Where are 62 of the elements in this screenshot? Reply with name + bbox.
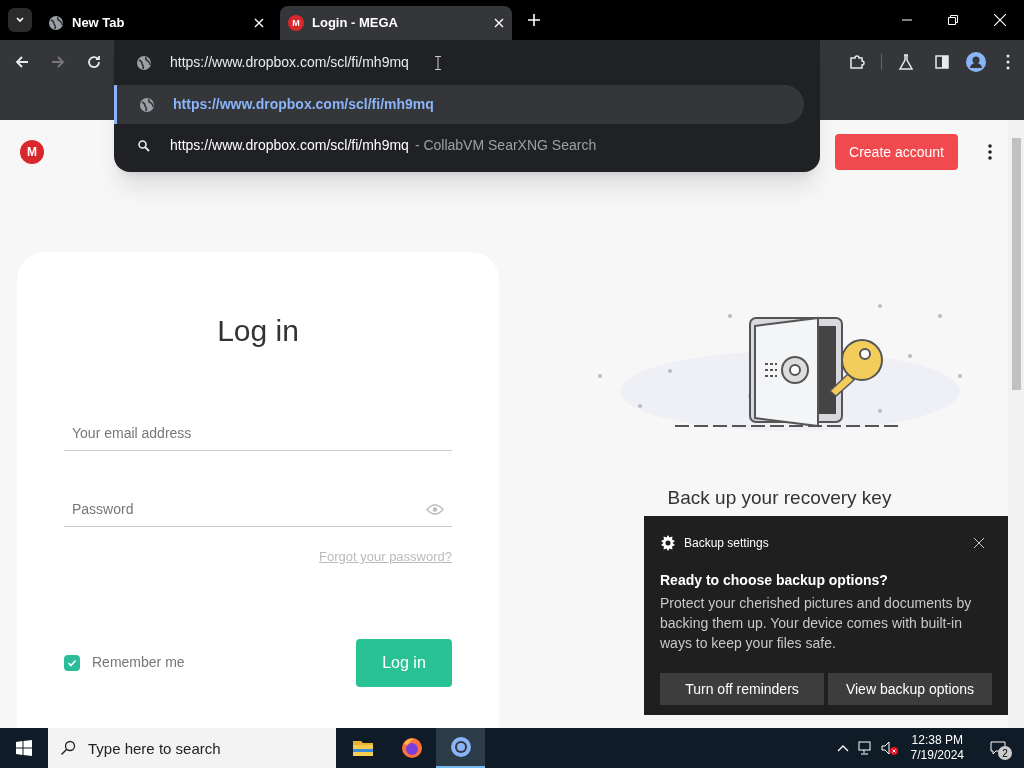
- tab-search-button[interactable]: [8, 8, 32, 32]
- more-icon[interactable]: [988, 144, 992, 160]
- clock-time: 12:38 PM: [911, 733, 963, 748]
- notification-button[interactable]: View backup options: [828, 673, 992, 705]
- check-icon: [67, 657, 77, 668]
- network-icon[interactable]: [856, 740, 873, 756]
- suggestion-item[interactable]: https://www.dropbox.com/scl/fi/mh9mq: [114, 85, 804, 124]
- text-cursor-icon: [434, 55, 441, 70]
- close-window-icon[interactable]: [994, 14, 1006, 26]
- clock-date: 7/19/2024: [910, 748, 964, 763]
- browser-tab[interactable]: New Tab: [40, 6, 272, 40]
- suggestion-item[interactable]: https://www.dropbox.com/scl/fi/mh9mq - CollabVM SearXNG Search: [114, 126, 804, 165]
- login-title: Log in: [217, 313, 299, 349]
- notification-app-name: Backup settings: [684, 535, 769, 552]
- action-center-button[interactable]: 2: [980, 728, 1016, 768]
- reload-icon[interactable]: [86, 54, 102, 70]
- taskbar-search-field[interactable]: Type here to search: [48, 728, 336, 768]
- windows-start-icon[interactable]: [16, 740, 32, 756]
- password-field[interactable]: Password: [64, 491, 452, 527]
- browser-icon: [448, 735, 473, 759]
- flask-icon[interactable]: [898, 54, 914, 70]
- taskbar-app[interactable]: [436, 728, 485, 768]
- scrollbar[interactable]: [1008, 120, 1024, 728]
- notification-body: Protect your cherished pictures and documents by backing them up. Your device comes with built-in ways to keep your files safe.: [660, 594, 973, 653]
- search-icon: [60, 740, 76, 756]
- suggestion-text: https://www.dropbox.com/scl/fi/mh9mq: [173, 95, 434, 114]
- tab-title: New Tab: [72, 14, 126, 33]
- remember-label: Remember me: [92, 653, 185, 672]
- create-account-button[interactable]: Create account: [835, 134, 958, 170]
- browser-tab[interactable]: M Login - MEGA: [280, 6, 512, 40]
- profile-icon[interactable]: [966, 52, 986, 72]
- globe-icon: [139, 96, 155, 113]
- firefox-icon: [399, 736, 424, 760]
- notification-button[interactable]: Turn off reminders: [660, 673, 824, 705]
- gear-icon: [660, 535, 676, 551]
- globe-icon: [136, 54, 152, 71]
- restore-icon[interactable]: [948, 15, 958, 25]
- address-field[interactable]: https://www.dropbox.com/scl/fi/mh9mq: [114, 40, 820, 85]
- puzzle-icon[interactable]: [849, 54, 865, 70]
- search-icon: [136, 137, 152, 154]
- back-icon[interactable]: [14, 54, 30, 70]
- muted-speaker-icon[interactable]: [880, 740, 899, 756]
- message-icon: [990, 740, 1006, 756]
- suggestion-text: https://www.dropbox.com/scl/fi/mh9mq: [170, 136, 409, 155]
- notification-count: 2: [998, 746, 1012, 760]
- address-text: https://www.dropbox.com/scl/fi/mh9mq: [170, 53, 409, 72]
- new-tab-icon[interactable]: [528, 14, 540, 26]
- close-icon[interactable]: [974, 538, 984, 548]
- forward-icon[interactable]: [50, 54, 66, 70]
- remember-checkbox[interactable]: [64, 654, 80, 671]
- tab-title: Login - MEGA: [312, 14, 399, 33]
- mega-logo[interactable]: M: [20, 140, 44, 164]
- globe-icon: [48, 15, 64, 31]
- chevron-down-icon: [15, 15, 25, 25]
- email-field[interactable]: Your email address: [64, 415, 452, 451]
- promo-heading: Back up your recovery key: [667, 486, 892, 510]
- mega-logo-icon: M: [288, 15, 304, 31]
- chevron-up-icon[interactable]: [836, 744, 849, 752]
- more-icon[interactable]: [1006, 54, 1010, 70]
- suggestion-description: - CollabVM SearXNG Search: [414, 136, 597, 155]
- side-panel-icon[interactable]: [934, 54, 950, 70]
- notification-title: Ready to choose backup options?: [660, 571, 889, 590]
